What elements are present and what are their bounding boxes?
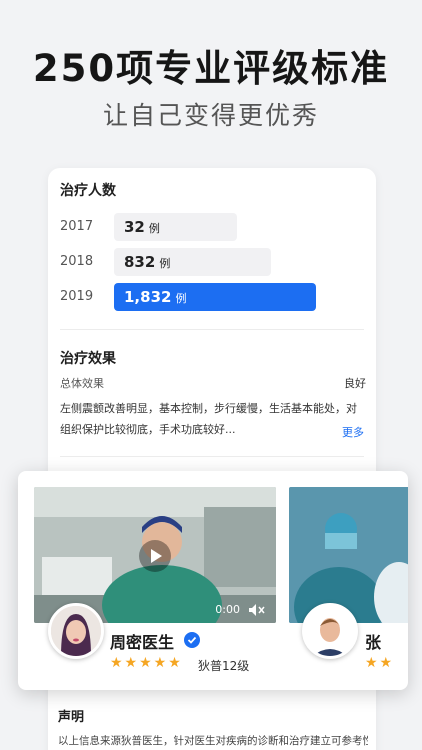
- count-unit: 例: [175, 292, 187, 305]
- count-unit: 例: [148, 222, 160, 235]
- year-row-2018: 2018 832 例: [60, 248, 360, 276]
- count-bar: 32 例: [114, 213, 237, 241]
- rating-stars: ★★: [365, 655, 395, 671]
- divider: [60, 329, 364, 330]
- doctor-name[interactable]: 周密医生: [110, 629, 174, 653]
- effect-description-line: 左侧震颤改善明显，基本控制，步行缓慢，生活基本能处，对: [60, 402, 357, 415]
- effect-description: 左侧震颤改善明显，基本控制，步行缓慢，生活基本能处，对 组织保护比较彻底，手术功…: [60, 398, 368, 440]
- count-value: 832: [124, 253, 156, 271]
- year-row-2019: 2019 1,832 例: [60, 283, 360, 311]
- avatar[interactable]: [48, 603, 104, 659]
- year-label: 2019: [60, 289, 94, 304]
- count-bar-highlighted: 1,832 例: [114, 283, 316, 311]
- avatar-image: [51, 606, 101, 656]
- rating-stars: ★★★★★: [110, 655, 183, 671]
- count-value: 1,832: [124, 288, 172, 306]
- doctor-video-2[interactable]: [289, 487, 408, 623]
- declaration-text: 以上信息来源狄普医生，针对医生对疾病的诊断和治疗建立可参考性: [58, 735, 368, 747]
- play-icon[interactable]: [139, 540, 171, 572]
- doctor-video-carousel: 0:00 周密医生 ★★★★★ 狄普12级 张 ★★: [18, 471, 408, 690]
- overall-effect-value: 良好: [344, 377, 366, 390]
- hero-subtitle: 让自己变得更优秀: [102, 101, 319, 130]
- count-value: 32: [124, 218, 145, 236]
- treatment-effect-title: 治疗效果: [60, 351, 116, 367]
- mute-icon[interactable]: [248, 603, 266, 617]
- doctor-level: 狄普12级: [198, 659, 250, 673]
- year-label: 2017: [60, 219, 94, 234]
- overall-effect-label: 总体效果: [60, 377, 104, 390]
- video-time: 0:00: [215, 603, 240, 616]
- more-link[interactable]: 更多: [342, 424, 364, 440]
- effect-description-line: 组织保护比较彻底，手术功底较好...: [60, 423, 236, 436]
- video-thumbnail-image: [289, 487, 408, 623]
- avatar[interactable]: [302, 603, 358, 659]
- verified-badge-icon: [184, 632, 200, 648]
- year-label: 2018: [60, 254, 94, 269]
- overall-effect-row: 总体效果 良好: [60, 375, 366, 391]
- count-unit: 例: [159, 257, 171, 270]
- declaration-title: 声明: [58, 710, 85, 725]
- avatar-image: [305, 606, 355, 656]
- treatment-count-title: 治疗人数: [60, 183, 116, 199]
- count-bar: 832 例: [114, 248, 271, 276]
- doctor-name[interactable]: 张: [365, 629, 381, 653]
- divider: [60, 456, 364, 457]
- hero-title: 250项专业评级标准: [32, 47, 390, 90]
- year-row-2017: 2017 32 例: [60, 213, 360, 241]
